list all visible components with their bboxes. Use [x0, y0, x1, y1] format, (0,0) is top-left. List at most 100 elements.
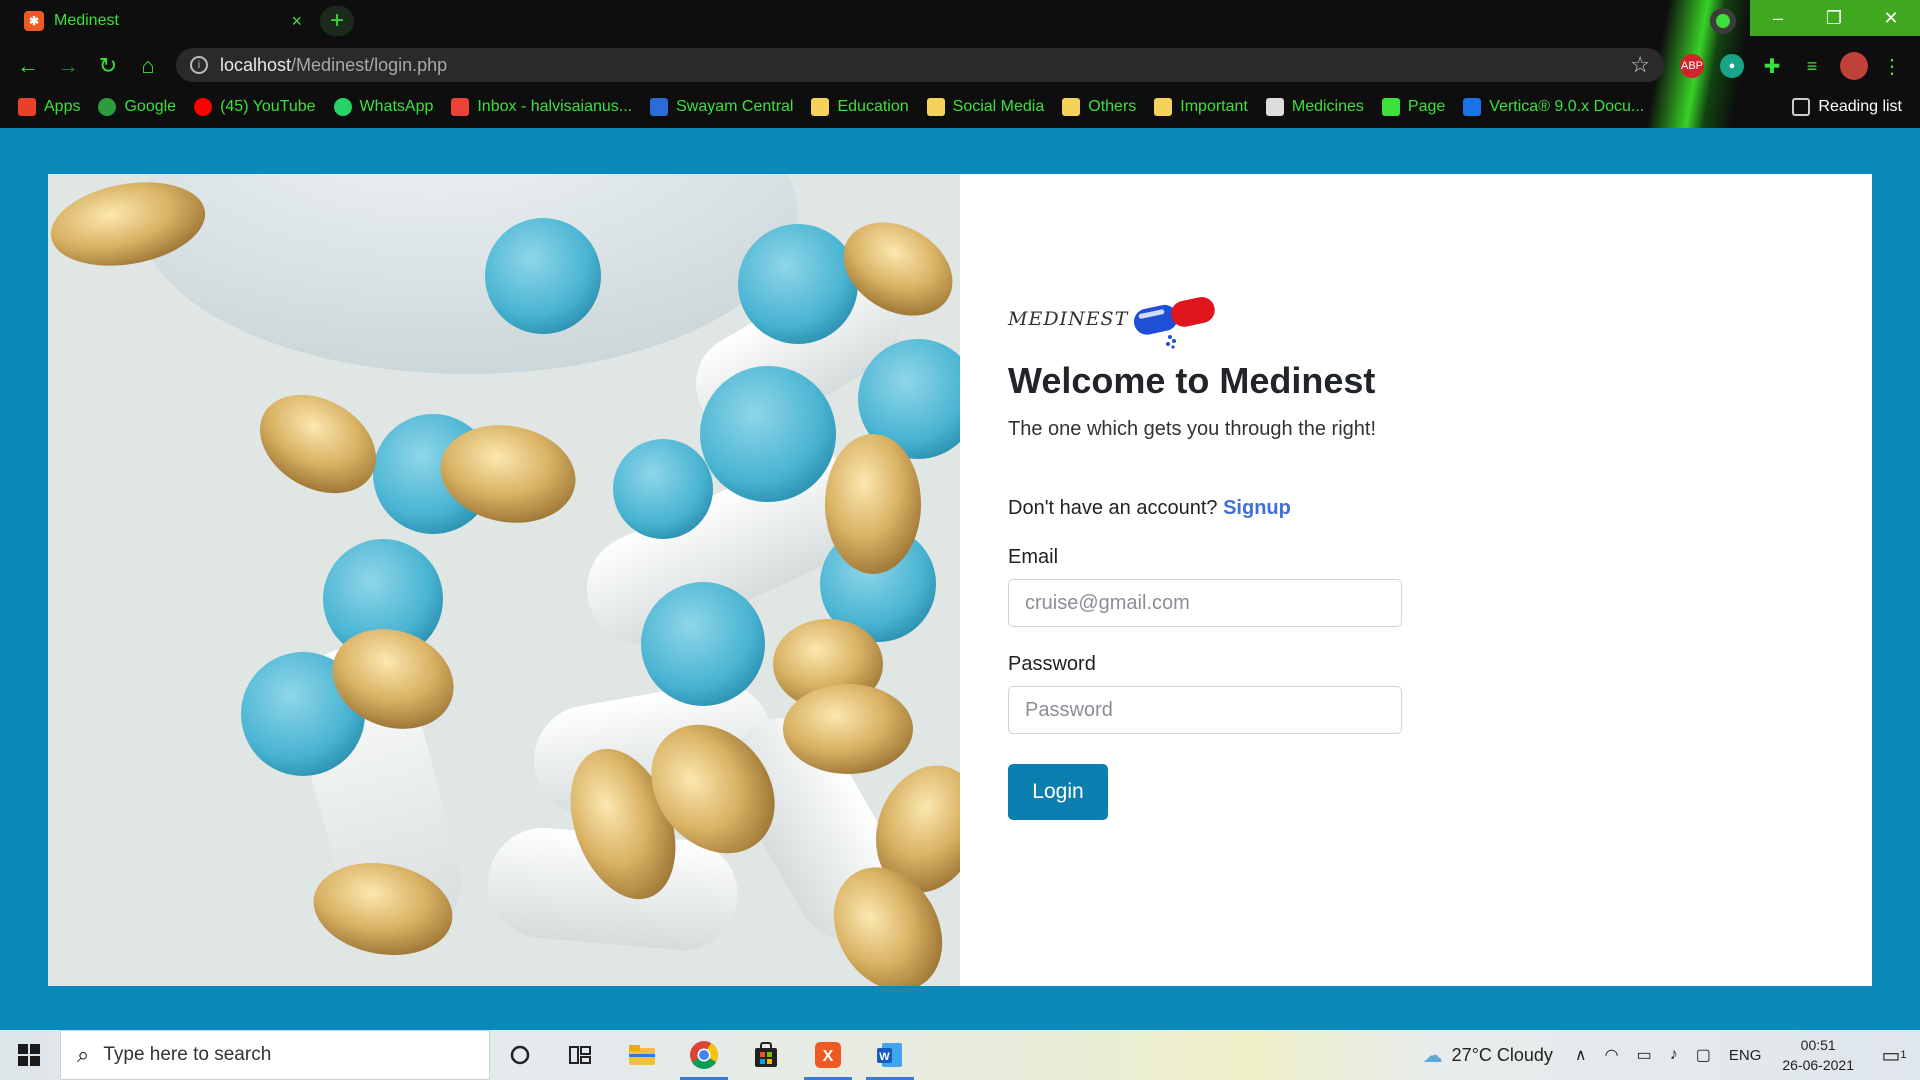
windows-logo-icon	[18, 1044, 40, 1066]
tab-strip: ✱ Medinest × + – ❐ ✕	[0, 0, 1920, 42]
bookmark-label: Google	[124, 98, 177, 115]
bookmark-item[interactable]: Others	[1062, 98, 1136, 116]
signup-link[interactable]: Signup	[1223, 497, 1291, 519]
login-panel: MEDINEST Welcome to Medinest The one whi…	[1008, 284, 1508, 820]
notification-center-icon[interactable]: ▭ 1	[1876, 1037, 1912, 1073]
address-bar[interactable]: i localhost/Medinest/login.php ☆	[176, 48, 1664, 82]
tagline: The one which gets you through the right…	[1008, 418, 1377, 440]
media-queue-icon[interactable]: ≡	[1800, 54, 1824, 78]
forward-arrow-icon[interactable]: →	[52, 50, 84, 82]
reload-icon[interactable]: ↻	[92, 50, 124, 82]
capsule-logo-icon	[1134, 297, 1215, 349]
windows-taskbar: ⌕ Type here to search X W ☁ 27°C Cloudy …	[0, 1030, 1920, 1080]
close-window-button[interactable]: ✕	[1862, 0, 1920, 36]
vertica-icon	[1463, 98, 1482, 116]
meet-now-icon[interactable]: ▢	[1696, 1045, 1711, 1065]
minimize-button[interactable]: –	[1750, 0, 1806, 36]
battery-icon[interactable]: ▭	[1637, 1045, 1652, 1065]
bookmark-label: Inbox - halvisaianus...	[477, 98, 633, 115]
bookmark-item[interactable]: WhatsApp	[333, 98, 434, 116]
page-title: Welcome to Medinest	[1008, 360, 1376, 401]
chevron-up-icon[interactable]: ∧	[1575, 1045, 1587, 1065]
bookmark-item[interactable]: Page	[1381, 98, 1446, 116]
xampp-favicon-icon: ✱	[24, 11, 44, 31]
reading-list-label: Reading list	[1818, 98, 1902, 115]
wix-icon	[1381, 98, 1400, 116]
bookmark-item[interactable]: Inbox - halvisaianus...	[451, 98, 632, 116]
bookmark-label: Others	[1088, 98, 1137, 115]
network-icon[interactable]: ◠	[1605, 1045, 1619, 1065]
language-indicator[interactable]: ENG	[1729, 1047, 1762, 1064]
logo-wordmark: MEDINEST	[1008, 308, 1129, 330]
tab-medinest[interactable]: ✱ Medinest ×	[12, 4, 312, 38]
email-label: Email	[1008, 546, 1059, 568]
bookmark-label: Swayam Central	[676, 98, 794, 115]
tab-title: Medinest	[54, 12, 119, 29]
volume-icon[interactable]: ♪	[1670, 1046, 1678, 1064]
profile-avatar[interactable]	[1840, 52, 1868, 80]
folder-icon	[926, 98, 945, 116]
bookmarks-bar: Apps Google (45) YouTube WhatsApp Inbox - ha…	[0, 92, 1920, 122]
file-explorer-icon[interactable]	[612, 1030, 672, 1080]
bookmark-label: Social Media	[952, 98, 1045, 115]
email-field[interactable]	[1008, 579, 1402, 627]
whatsapp-icon	[333, 98, 352, 116]
bookmark-label: WhatsApp	[359, 98, 434, 115]
cortana-icon[interactable]	[490, 1030, 550, 1080]
search-placeholder: Type here to search	[103, 1044, 272, 1065]
bookmark-item[interactable]: Social Media	[926, 98, 1045, 116]
clock[interactable]: 00:51 26-06-2021	[1782, 1035, 1854, 1075]
bookmark-item[interactable]: (45) YouTube	[194, 98, 316, 116]
bookmark-star-icon[interactable]: ☆	[1630, 52, 1650, 78]
bookmark-label: Medicines	[1291, 98, 1364, 115]
url-text: localhost/Medinest/login.php	[220, 54, 448, 75]
bookmark-label: Page	[1407, 98, 1446, 115]
clock-date: 26-06-2021	[1782, 1057, 1854, 1073]
bookmark-item[interactable]: Medicines	[1265, 98, 1364, 116]
xampp-icon[interactable]: X	[798, 1030, 858, 1080]
swayam-icon	[650, 98, 669, 116]
taskbar-search-box[interactable]: ⌕ Type here to search	[60, 1030, 490, 1080]
bookmark-label: (45) YouTube	[220, 98, 316, 115]
notification-count: 1	[1900, 1049, 1907, 1061]
back-arrow-icon[interactable]: ←	[12, 50, 44, 82]
task-view-icon[interactable]	[550, 1030, 610, 1080]
apps-grid-icon	[18, 98, 36, 116]
chrome-icon[interactable]	[674, 1030, 734, 1080]
microsoft-store-icon[interactable]	[736, 1030, 796, 1080]
bookmark-item[interactable]: Swayam Central	[650, 98, 793, 116]
bookmark-item[interactable]: Education	[811, 98, 909, 116]
weather-text[interactable]: 27°C Cloudy	[1452, 1045, 1553, 1066]
google-icon	[98, 98, 117, 116]
bookmark-item[interactable]: Google	[98, 98, 176, 116]
extensions-puzzle-icon[interactable]: ✚	[1760, 54, 1784, 78]
password-field[interactable]	[1008, 686, 1402, 734]
menu-kebab-icon[interactable]: ⋮	[1880, 54, 1904, 78]
login-card: MEDINEST Welcome to Medinest The one whi…	[48, 174, 1872, 986]
browser-toolbar: ← → ↻ ⌂ i localhost/Medinest/login.php ☆…	[0, 46, 1920, 84]
signup-prompt: Don't have an account? Signup	[1008, 497, 1508, 520]
downloads-indicator-icon[interactable]	[1710, 8, 1736, 34]
chat-extension-icon[interactable]: ●	[1720, 54, 1744, 78]
word-icon[interactable]: W	[860, 1030, 920, 1080]
folder-icon	[811, 98, 830, 116]
home-icon[interactable]: ⌂	[132, 50, 164, 82]
restore-button[interactable]: ❐	[1806, 0, 1862, 36]
bookmark-label: Vertica® 9.0.x Docu...	[1489, 98, 1645, 115]
bookmark-item[interactable]: Apps	[18, 98, 80, 116]
start-button[interactable]	[0, 1030, 58, 1080]
medinest-logo: MEDINEST	[1008, 284, 1508, 354]
gmail-icon	[451, 98, 470, 116]
site-info-icon[interactable]: i	[190, 56, 208, 74]
bookmark-item[interactable]: Vertica® 9.0.x Docu...	[1463, 98, 1644, 116]
adblock-extension-icon[interactable]: ABP	[1680, 54, 1704, 78]
chat-bubble-icon: ▭	[1881, 1044, 1901, 1067]
reading-list-button[interactable]: Reading list	[1792, 92, 1902, 122]
password-label: Password	[1008, 653, 1096, 675]
tab-close-icon[interactable]: ×	[291, 11, 302, 32]
login-button[interactable]: Login	[1008, 764, 1108, 820]
weather-cloud-icon[interactable]: ☁	[1423, 1043, 1443, 1068]
clock-time: 00:51	[1800, 1037, 1836, 1053]
new-tab-button[interactable]: +	[320, 6, 354, 36]
bookmark-item[interactable]: Important	[1154, 98, 1248, 116]
